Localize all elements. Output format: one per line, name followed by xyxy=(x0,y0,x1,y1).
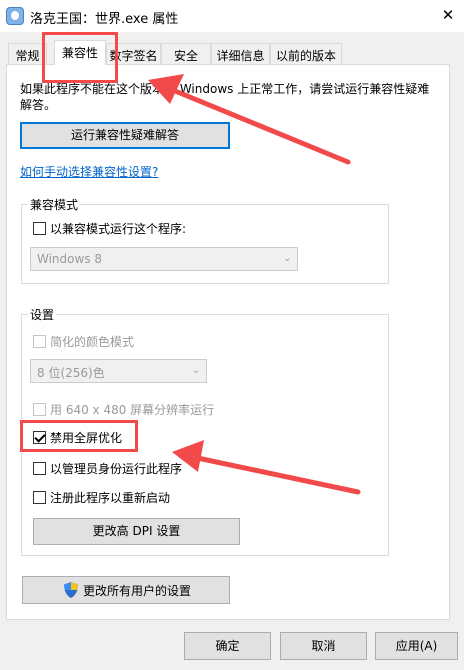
tab-compatibility[interactable]: 兼容性 xyxy=(54,40,106,65)
annotation-arrowhead-bottom xyxy=(172,440,204,472)
annotation-arrowhead-top xyxy=(148,74,184,104)
annotation-arrow-top xyxy=(160,83,351,165)
annotation-arrow-bottom xyxy=(185,453,361,495)
annotation-arrows xyxy=(148,74,361,495)
